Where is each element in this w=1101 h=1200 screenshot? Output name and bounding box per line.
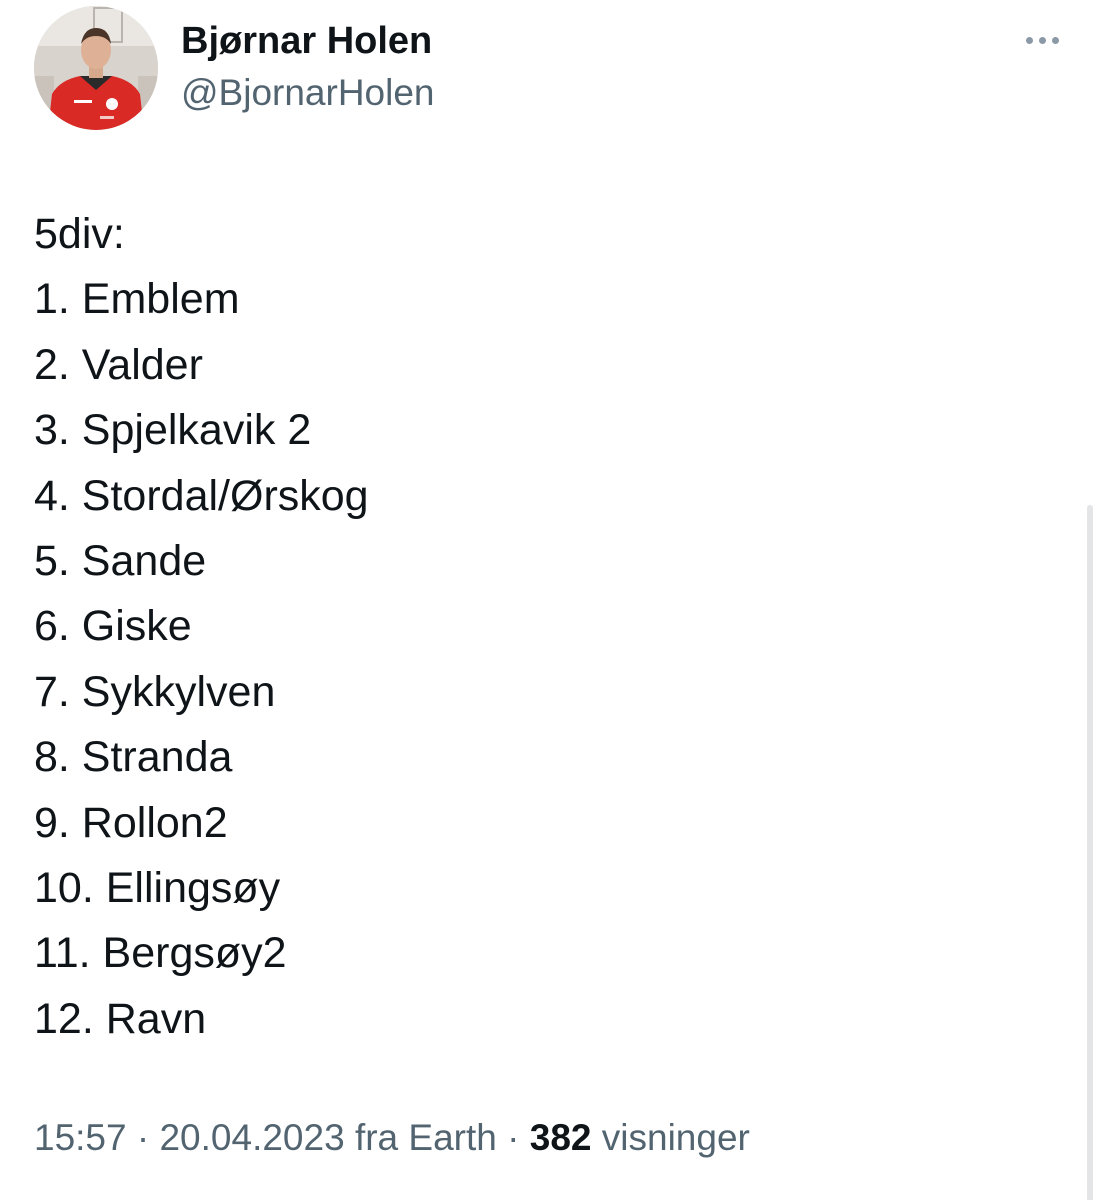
author-display-name[interactable]: Bjørnar Holen [181,20,432,63]
tweet-line: 8. Stranda [34,733,233,782]
view-count-number: 382 [529,1117,592,1158]
tweet-line: 2. Valder [34,340,203,389]
tweet-line: 11. Bergsøy2 [34,929,287,978]
avatar-image [34,6,158,130]
more-options-button[interactable] [1017,26,1067,54]
tweet-header: Bjørnar Holen @BjornarHolen [34,6,1071,130]
tweet-source: fra Earth [354,1117,497,1158]
author-handle[interactable]: @BjornarHolen [181,72,435,114]
more-horizontal-icon [1025,36,1033,44]
view-count[interactable]: 382 visninger [530,1117,750,1158]
tweet-line: 10. Ellingsøy [34,864,281,913]
tweet-meta: 15:57 · 20.04.2023 fra Earth · 382 visni… [34,1117,750,1159]
meta-separator: · [126,1117,160,1158]
view-count-label: visninger [601,1117,750,1158]
tweet-line: 3. Spjelkavik 2 [34,406,312,455]
meta-separator: · [496,1117,530,1158]
tweet-line: 4. Stordal/Ørskog [34,471,369,520]
tweet-text: 5div: 1. Emblem 2. Valder 3. Spjelkavik … [34,202,994,1052]
avatar[interactable] [34,6,158,130]
scrollbar[interactable] [1087,505,1093,1200]
tweet-line: 1. Emblem [34,275,240,324]
tweet-date[interactable]: 20.04.2023 [159,1117,344,1158]
tweet-line: 7. Sykkylven [34,667,276,716]
tweet-line: 12. Ravn [34,994,207,1043]
tweet-line: 5. Sande [34,537,207,586]
tweet-line: 9. Rollon2 [34,798,228,847]
tweet-line: 6. Giske [34,602,192,651]
more-horizontal-icon-dot [1038,36,1046,44]
tweet-time[interactable]: 15:57 [34,1117,127,1158]
tweet-line-heading: 5div: [34,210,125,258]
more-horizontal-icon-dot [1051,36,1059,44]
tweet-page: Bjørnar Holen @BjornarHolen 5div: 1. Emb… [0,0,1101,1200]
